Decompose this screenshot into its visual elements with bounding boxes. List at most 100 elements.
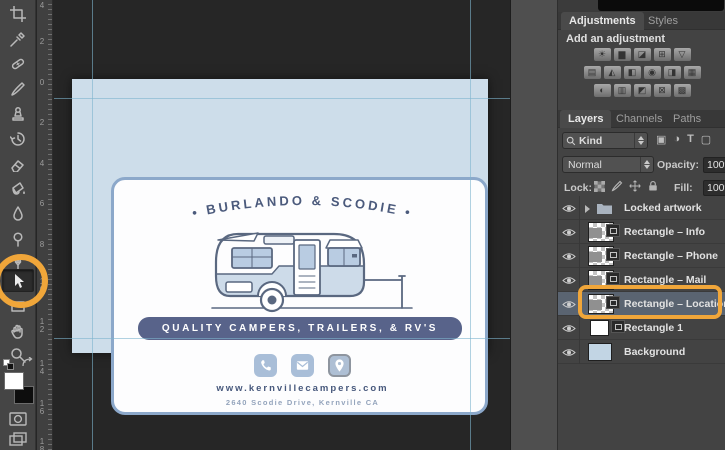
- lock-icons: [594, 180, 659, 192]
- dropdown-arrows-icon: [634, 133, 647, 148]
- tool-eraser[interactable]: [2, 152, 34, 175]
- tab-layers[interactable]: Layers: [560, 110, 612, 128]
- layer-thumbnail[interactable]: [588, 343, 612, 361]
- hue-saturation-icon[interactable]: ▤: [583, 66, 601, 79]
- posterize-icon[interactable]: ▥: [613, 84, 631, 97]
- tab-styles[interactable]: Styles: [640, 12, 686, 30]
- mail-icon: [291, 354, 314, 377]
- tool-clone-stamp[interactable]: [2, 102, 34, 125]
- guide-horizontal-bottom[interactable]: [54, 338, 510, 339]
- eye-icon: [561, 348, 576, 356]
- levels-icon[interactable]: ▆: [613, 48, 631, 61]
- ruler-label: 14: [39, 359, 45, 376]
- tab-adjustments[interactable]: Adjustments: [561, 12, 644, 30]
- pixel-layer-filter-icon[interactable]: ▣: [656, 133, 666, 146]
- layers-tabbar: Layers Channels Paths: [558, 110, 725, 128]
- invert-icon[interactable]: ◐: [593, 84, 611, 97]
- adjustment-layer-filter-icon[interactable]: ◑: [673, 133, 680, 146]
- tool-healing-brush[interactable]: [2, 52, 34, 75]
- visibility-toggle[interactable]: [558, 220, 580, 244]
- color-lookup-icon[interactable]: ▦: [683, 66, 701, 79]
- layer-row-locked-artwork[interactable]: Locked artwork: [558, 196, 725, 220]
- arc-title-text: • BURLANDO & SCODIE •: [191, 193, 412, 220]
- visibility-toggle[interactable]: [558, 244, 580, 268]
- search-icon: [566, 136, 576, 145]
- document-area[interactable]: • BURLANDO & SCODIE • QUALITY CAMPERS, T…: [54, 0, 510, 450]
- selective-color-icon[interactable]: ⊠: [653, 84, 671, 97]
- kind-label: Kind: [579, 134, 603, 147]
- ruler-label: 2: [39, 37, 45, 46]
- curves-icon[interactable]: ◪: [633, 48, 651, 61]
- blend-mode-dropdown[interactable]: Normal: [562, 156, 654, 173]
- guide-vertical-right[interactable]: [470, 0, 471, 450]
- lock-all-icon[interactable]: [647, 180, 659, 192]
- vector-mask-icon[interactable]: [606, 224, 620, 237]
- crop-icon: [10, 5, 26, 22]
- tagline-banner: QUALITY CAMPERS, TRAILERS, & RV'S: [138, 317, 462, 340]
- layer-thumbnail[interactable]: [590, 320, 609, 336]
- foreground-color-swatch[interactable]: [4, 372, 24, 390]
- tab-channels[interactable]: Channels: [608, 110, 670, 128]
- tool-paint-bucket[interactable]: [2, 177, 34, 200]
- visibility-toggle[interactable]: [558, 292, 580, 316]
- blur-drop-icon: [13, 205, 23, 221]
- address-text: 2640 Scodie Drive, Kernville CA: [225, 398, 380, 407]
- tool-history-brush[interactable]: [2, 127, 34, 150]
- tool-dodge[interactable]: [2, 227, 34, 250]
- visibility-toggle[interactable]: [558, 316, 580, 340]
- tool-eyedropper[interactable]: [2, 27, 34, 50]
- blend-mode-value: Normal: [568, 158, 602, 171]
- vertical-ruler: 4 2 0 2 4 6 8 10 12 14 16 18: [37, 0, 53, 450]
- brightness-contrast-icon[interactable]: ☀: [593, 48, 611, 61]
- tool-hand[interactable]: [2, 319, 34, 342]
- guide-horizontal-top[interactable]: [54, 98, 510, 99]
- ruler-label: 18: [39, 437, 45, 450]
- swap-colors-icon[interactable]: [21, 357, 33, 369]
- location-pin-icon: [328, 354, 351, 377]
- vector-mask-icon[interactable]: [611, 320, 625, 333]
- panel-above-content: [598, 0, 724, 11]
- photo-filter-icon[interactable]: ◉: [643, 66, 661, 79]
- visibility-toggle[interactable]: [558, 340, 580, 364]
- eye-icon: [561, 324, 576, 332]
- visibility-toggle[interactable]: [558, 268, 580, 292]
- eraser-icon: [11, 159, 24, 172]
- channel-mixer-icon[interactable]: ◨: [663, 66, 681, 79]
- tab-paths[interactable]: Paths: [665, 110, 709, 128]
- visibility-toggle[interactable]: [558, 196, 580, 220]
- layer-row-rectangle-info[interactable]: Rectangle – Info: [558, 220, 725, 244]
- layer-row-background[interactable]: Background: [558, 340, 725, 364]
- vector-mask-icon[interactable]: [606, 248, 620, 261]
- adjustment-icons-row-3: ◐ ▥ ◩ ⊠ ▩: [558, 84, 725, 97]
- gradient-map-icon[interactable]: ▩: [673, 84, 691, 97]
- expand-triangle-icon[interactable]: [585, 205, 590, 213]
- threshold-icon[interactable]: ◩: [633, 84, 651, 97]
- tool-crop[interactable]: [2, 2, 34, 25]
- layer-row-rectangle-1[interactable]: Rectangle 1: [558, 316, 725, 340]
- tool-blur[interactable]: [2, 202, 34, 225]
- eye-icon: [561, 300, 576, 308]
- lock-transparent-pixels-icon[interactable]: [594, 180, 605, 192]
- fill-field[interactable]: 100%: [703, 180, 725, 196]
- lock-image-pixels-icon[interactable]: [611, 180, 623, 192]
- ruler-label: 16: [39, 399, 45, 416]
- dropdown-arrows-icon: [640, 157, 653, 172]
- vector-mask-icon[interactable]: [606, 272, 620, 285]
- canvas[interactable]: • BURLANDO & SCODIE • QUALITY CAMPERS, T…: [72, 79, 488, 415]
- default-colors-icon[interactable]: [3, 359, 14, 370]
- screen-mode-icon[interactable]: [9, 432, 27, 446]
- layer-filter-kind-dropdown[interactable]: Kind: [562, 132, 648, 149]
- black-white-icon[interactable]: ◧: [623, 66, 641, 79]
- exposure-icon[interactable]: ⊞: [653, 48, 671, 61]
- quick-mask-icon[interactable]: [9, 412, 27, 426]
- eye-icon: [561, 204, 576, 212]
- lock-position-icon[interactable]: [629, 180, 641, 192]
- opacity-field[interactable]: 100%: [703, 157, 725, 173]
- layer-row-rectangle-phone[interactable]: Rectangle – Phone: [558, 244, 725, 268]
- vibrance-icon[interactable]: ▽: [673, 48, 691, 61]
- tool-brush[interactable]: [2, 77, 34, 100]
- shape-layer-filter-icon[interactable]: ▢: [701, 133, 711, 146]
- type-layer-filter-icon[interactable]: T: [687, 133, 694, 146]
- color-balance-icon[interactable]: ◭: [603, 66, 621, 79]
- guide-vertical-left[interactable]: [92, 0, 93, 450]
